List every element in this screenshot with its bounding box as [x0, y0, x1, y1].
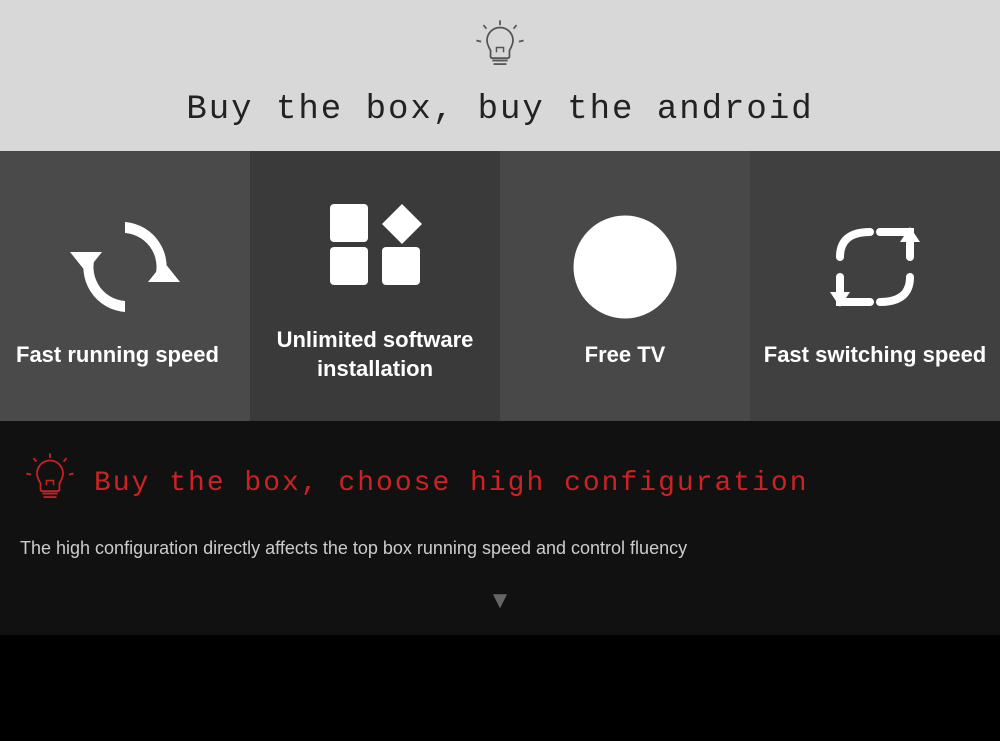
feature-free-tv: ¥ Free TV [500, 151, 750, 421]
bottom-header: Buy the box, choose high configuration [20, 451, 980, 516]
bulb-icon-top [470, 18, 530, 83]
no-yen-icon: ¥ [565, 207, 685, 327]
down-arrow: ▼ [20, 587, 980, 615]
feature-fast-running-label: Fast running speed [12, 341, 219, 370]
bottom-description: The high configuration directly affects … [20, 534, 980, 563]
bulb-icon-bottom [20, 451, 80, 516]
bottom-section: Buy the box, choose high configuration T… [0, 421, 1000, 635]
feature-fast-running: Fast running speed [0, 151, 250, 421]
sync-icon [65, 207, 185, 327]
top-section: Buy the box, buy the android [0, 0, 1000, 151]
feature-free-tv-label: Free TV [585, 341, 666, 370]
feature-unlimited-software: Unlimited software installation [250, 151, 500, 421]
arrow-down-icon: ▼ [488, 587, 512, 615]
top-tagline: Buy the box, buy the android [186, 91, 813, 129]
feature-unlimited-software-label: Unlimited software installation [262, 326, 488, 383]
bottom-tagline: Buy the box, choose high configuration [94, 468, 809, 499]
feature-fast-switching-label: Fast switching speed [764, 341, 987, 370]
apps-icon [315, 192, 435, 312]
feature-fast-switching: Fast switching speed [750, 151, 1000, 421]
switch-icon [815, 207, 935, 327]
features-grid: Fast running speed Unlimited software in… [0, 151, 1000, 421]
